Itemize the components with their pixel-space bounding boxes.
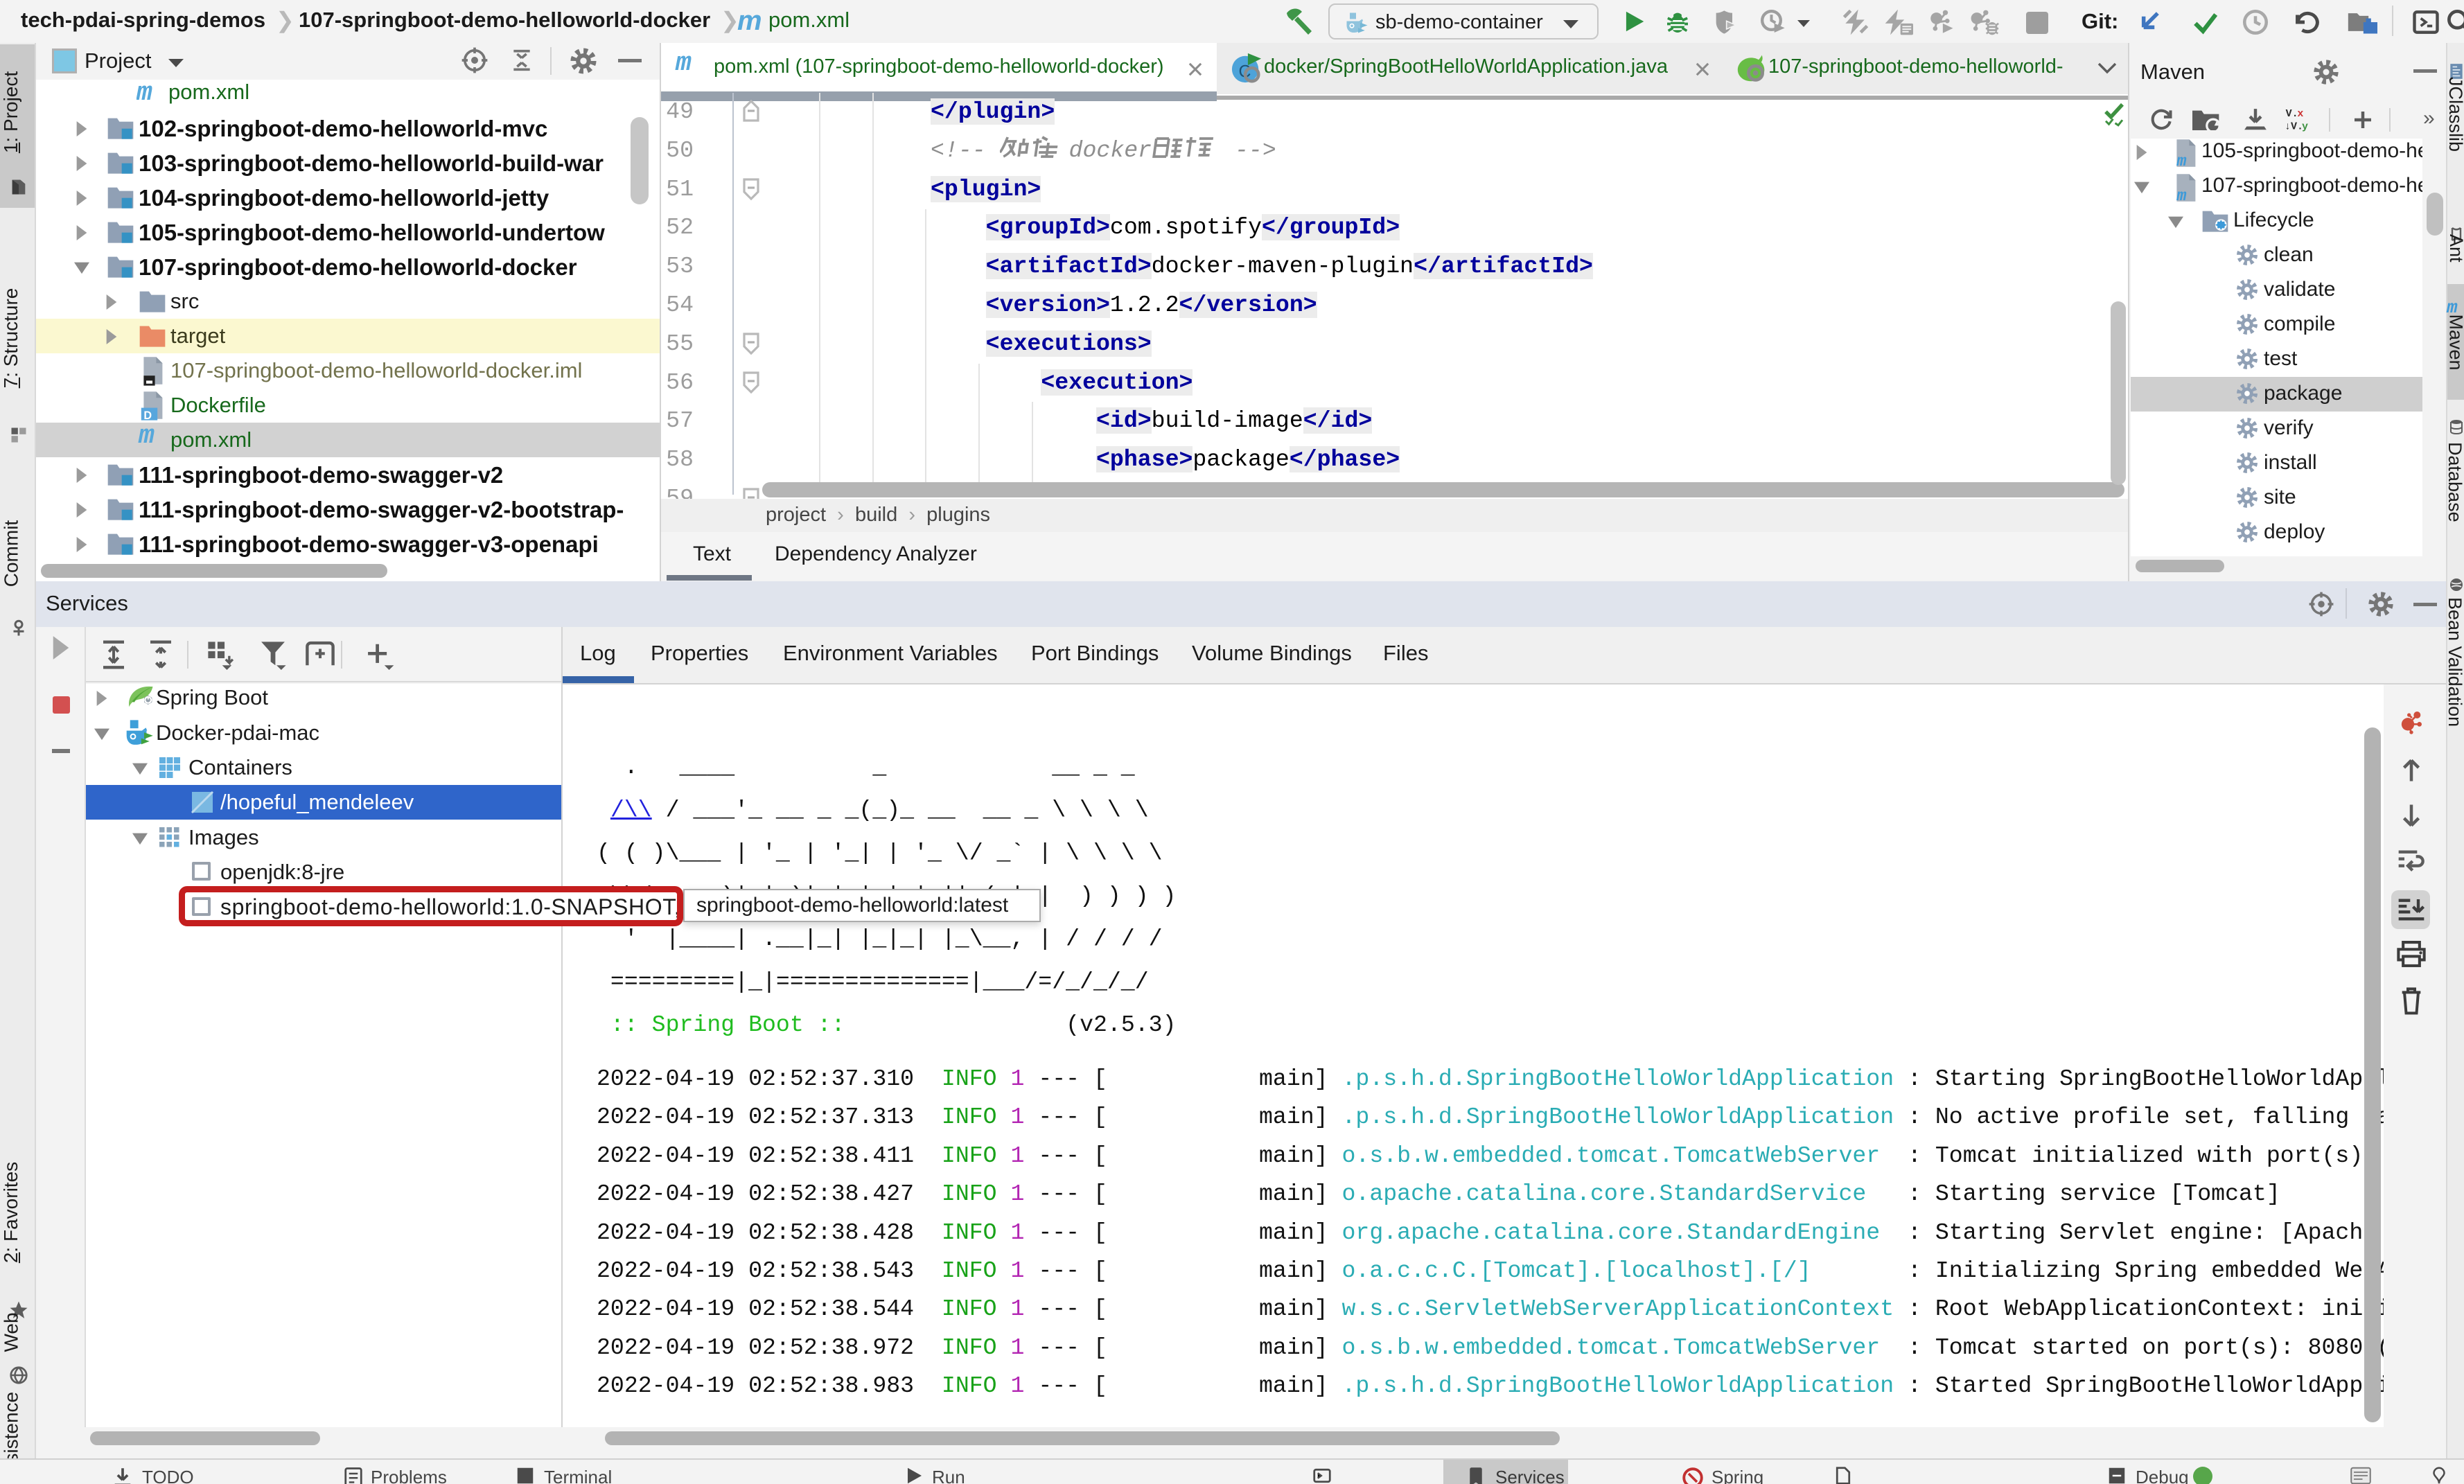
svg-text:m: m bbox=[2176, 188, 2186, 203]
svg-text:y: y bbox=[2302, 121, 2308, 132]
svg-text:x: x bbox=[2297, 108, 2303, 120]
svg-text:D: D bbox=[143, 409, 152, 421]
svg-text:m: m bbox=[2176, 153, 2186, 168]
svg-text:V.: V. bbox=[2286, 108, 2298, 120]
svg-text:↓V.: ↓V. bbox=[2285, 121, 2303, 132]
